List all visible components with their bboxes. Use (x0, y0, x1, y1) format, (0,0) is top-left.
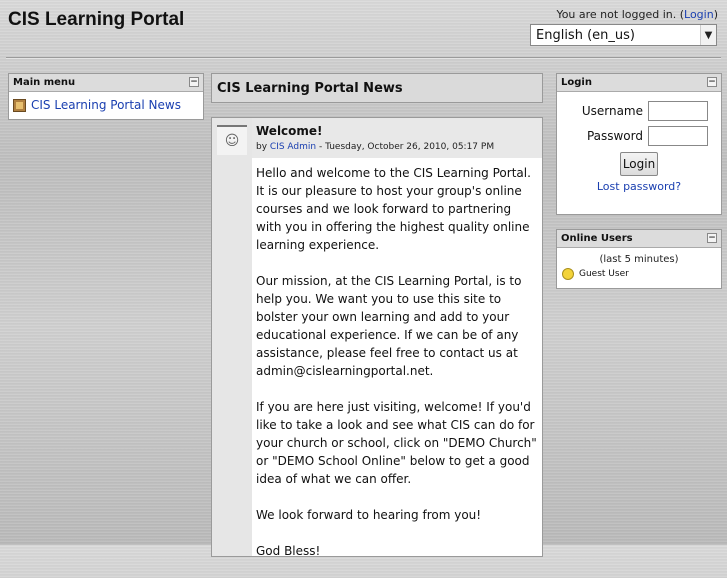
post-sidebar: ☺ (212, 118, 252, 556)
username-row: Username (557, 101, 721, 121)
login-status-suffix: ) (713, 8, 718, 21)
site-title: CIS Learning Portal (8, 9, 185, 30)
header-login-link[interactable]: Login (684, 8, 714, 21)
post-date: - Tuesday, October 26, 2010, 05:17 PM (316, 142, 495, 152)
main-menu-header: Main menu − (9, 74, 203, 92)
login-status-prefix: You are not logged in. ( (556, 8, 685, 21)
post-body: Hello and welcome to the CIS Learning Po… (256, 164, 540, 578)
login-block-header: Login − (557, 74, 721, 92)
post-byline: by CIS Admin - Tuesday, October 26, 2010… (256, 142, 538, 152)
menu-item-label[interactable]: CIS Learning Portal News (31, 98, 181, 112)
post-paragraph: Hello and welcome to the CIS Learning Po… (256, 166, 531, 252)
online-user-item[interactable]: Guest User (557, 268, 721, 280)
username-input[interactable] (648, 101, 708, 121)
post-paragraph: We look forward to hearing from you! (256, 508, 482, 522)
post-header: Welcome! by CIS Admin - Tuesday, October… (252, 118, 542, 158)
news-heading: CIS Learning Portal News (211, 73, 543, 103)
password-row: Password (557, 126, 721, 146)
username-label: Username (581, 104, 643, 118)
password-input[interactable] (648, 126, 708, 146)
online-user-name: Guest User (579, 269, 629, 279)
chevron-down-icon[interactable]: ▼ (700, 25, 716, 45)
online-users-title: Online Users (561, 233, 633, 244)
main-menu-title: Main menu (13, 77, 76, 88)
login-button[interactable]: Login (620, 152, 658, 176)
post-author-link[interactable]: CIS Admin (270, 142, 316, 152)
menu-item-news[interactable]: CIS Learning Portal News (9, 92, 203, 118)
author-avatar[interactable]: ☺ (217, 125, 247, 155)
password-label: Password (586, 129, 643, 143)
collapse-icon[interactable]: − (189, 77, 199, 87)
online-users-header: Online Users − (557, 230, 721, 248)
lost-password-link[interactable]: Lost password? (557, 180, 721, 193)
header-divider (6, 57, 721, 59)
online-period: (last 5 minutes) (599, 254, 679, 265)
login-block-title: Login (561, 77, 592, 88)
language-select-value: English (en_us) (536, 27, 635, 43)
post-paragraph: If you are here just visiting, welcome! … (256, 400, 537, 486)
guest-user-icon (562, 268, 574, 280)
post-paragraph: Our mission, at the CIS Learning Portal,… (256, 274, 522, 378)
login-block: Login − Username Password Login Lost pas… (556, 73, 722, 215)
forum-post: ☺ Welcome! by CIS Admin - Tuesday, Octob… (211, 117, 543, 558)
main-menu-block: Main menu − CIS Learning Portal News (8, 73, 204, 120)
post-subject: Welcome! (256, 124, 323, 138)
collapse-icon[interactable]: − (707, 77, 717, 87)
language-select[interactable]: English (en_us) ▼ (530, 24, 717, 46)
forum-icon (13, 98, 26, 112)
login-status: You are not logged in. (Login) (556, 8, 718, 21)
collapse-icon[interactable]: − (707, 233, 717, 243)
post-byline-prefix: by (256, 142, 270, 152)
online-users-block: Online Users − (last 5 minutes) Guest Us… (556, 229, 722, 289)
